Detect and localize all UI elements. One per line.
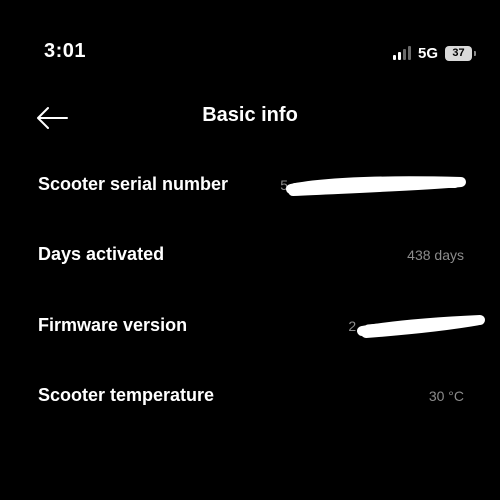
scooter-temperature-value: 30 °C <box>428 388 464 404</box>
scooter-temperature-row[interactable]: Scooter temperature 30 °C <box>38 381 464 411</box>
cellular-signal-icon <box>392 46 411 60</box>
serial-number-row[interactable]: Scooter serial number 5 <box>38 170 464 200</box>
days-activated-row[interactable]: Days activated 438 days <box>38 240 464 270</box>
battery-level: 37 <box>452 47 465 59</box>
firmware-version-row[interactable]: Firmware version 2. <box>38 311 464 341</box>
scooter-temperature-label: Scooter temperature <box>38 385 215 405</box>
serial-number-value: 5 <box>280 177 288 193</box>
network-type: 5G <box>417 44 438 62</box>
basic-info-screen: 3:01 5G 37 Basic info Scooter serial num… <box>0 0 500 500</box>
status-icons: 5G 37 <box>392 44 476 62</box>
days-activated-value: 438 days <box>407 247 464 263</box>
firmware-version-label: Firmware version <box>38 315 188 335</box>
firmware-version-value: 2. <box>348 318 360 334</box>
page-title: Basic info <box>202 104 298 126</box>
days-activated-label: Days activated <box>38 244 165 264</box>
status-time: 3:01 <box>44 40 87 62</box>
battery-icon: 37 <box>445 45 476 61</box>
serial-number-label: Scooter serial number <box>38 174 229 194</box>
